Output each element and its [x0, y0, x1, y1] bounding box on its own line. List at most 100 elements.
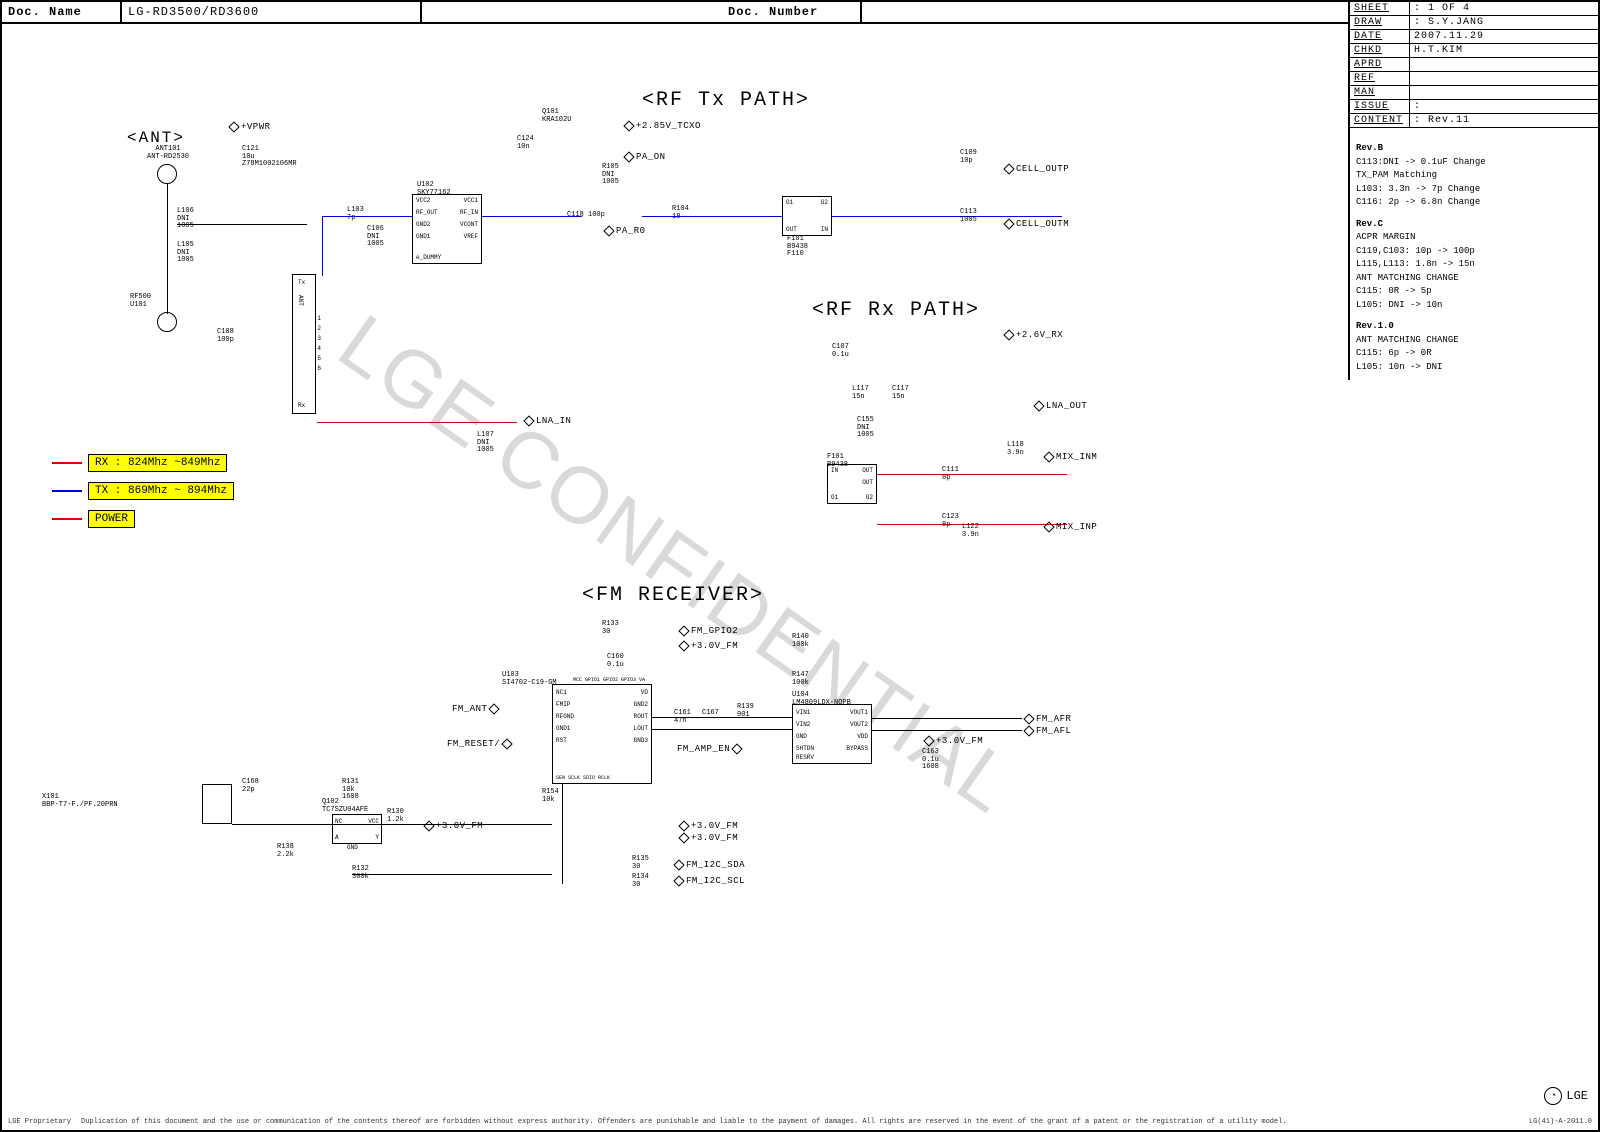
part-c111: C1118p: [942, 467, 959, 482]
net-fm-ant: FM_ANT: [452, 704, 501, 714]
rev-c-line: ACPR MARGIN: [1356, 231, 1592, 245]
net-pa-on: PA_ON: [622, 152, 666, 162]
part-c117: C11715n: [892, 386, 909, 401]
part-l117: L11715n: [852, 386, 869, 401]
part-c155: C155DNI1005: [857, 417, 874, 440]
tb-date-value: 2007.11.29: [1410, 30, 1598, 43]
net-pa-r0: PA_R0: [602, 226, 646, 236]
lge-logo-icon: ◔: [1544, 1087, 1562, 1105]
lge-logo-text: LGE: [1566, 1089, 1588, 1103]
chip-rf-switch: Tx ANT Rx 1 2 3 4 5 6: [292, 274, 316, 414]
net-fm-gpio2: FM_GPIO2: [677, 626, 738, 636]
net-fm-3v-1: +3.0V_FM: [677, 641, 738, 651]
rev-10-line: ANT MATCHING CHANGE: [1356, 334, 1592, 348]
rev-10-title: Rev.1.0: [1356, 320, 1592, 334]
lge-logo: ◔ LGE: [1544, 1087, 1588, 1105]
tb-man-value: [1410, 86, 1598, 99]
rev-c-line: L105: DNI -> 10n: [1356, 299, 1592, 313]
part-l103: L1037p: [347, 207, 364, 222]
tb-chkd-label: CHKD: [1350, 44, 1410, 57]
part-c168: C16822p: [242, 779, 259, 794]
part-x101: X101BBP-T7-F./PF.20PRN: [42, 794, 118, 809]
part-r154: R15410k: [542, 789, 559, 804]
part-r135: R13530: [632, 856, 649, 871]
net-fm-afr: FM_AFR: [1022, 714, 1071, 724]
rev-b-line: L103: 3.3n -> 7p Change: [1356, 183, 1592, 197]
footer-right: LG(41)-A-2011.0: [1529, 1118, 1592, 1126]
net-cell-outp: CELL_OUTP: [1002, 164, 1069, 174]
net-cell-outm: CELL_OUTM: [1002, 219, 1069, 229]
antenna-symbol: [157, 164, 177, 184]
part-r147: R147100k: [792, 672, 809, 687]
net-tcxo: +2.85V_TCXO: [622, 121, 701, 131]
part-c124: C12410n: [517, 136, 534, 151]
chip-f101-tx: G1 G2 OUT IN: [782, 196, 832, 236]
docname-value: LG-RD3500/RD3600: [122, 2, 422, 22]
rev-b-title: Rev.B: [1356, 142, 1592, 156]
part-f101b: F101B9438: [827, 454, 848, 469]
legend-rx-label: RX : 824Mhz ~849Mhz: [88, 454, 227, 472]
part-c113: C1131005: [960, 209, 977, 224]
legend-tx: TX : 869Mhz ~ 894Mhz: [52, 482, 234, 500]
part-c121: C12110uZ78M1002106MR: [242, 146, 297, 169]
part-r104: R10418: [672, 206, 689, 221]
net-fm-3v-3: +3.0V_FM: [422, 821, 483, 831]
rf-connector-symbol: [157, 312, 177, 332]
rev-10-line: L105: 10n -> DNI: [1356, 361, 1592, 375]
tb-man-label: MAN: [1350, 86, 1410, 99]
net-fm-afl: FM_AFL: [1022, 726, 1071, 736]
schematic-sheet: Doc. Name LG-RD3500/RD3600 Doc. Number S…: [0, 0, 1600, 1132]
chip-q102: NC VCC A Y GND: [332, 814, 382, 844]
net-rx26: +2.6V_RX: [1002, 330, 1063, 340]
chip-u102: VCC2 VCC1 RF_OUT RF_IN GND2 VCONT GND1 V…: [412, 194, 482, 264]
chip-u103: NC1 FMIP RFGND GND1 RST VD GND2 ROUT LOU…: [552, 684, 652, 784]
part-c107: C1070.1u: [832, 344, 849, 359]
net-fm-3v-2: +3.0V_FM: [922, 736, 983, 746]
legend-rx: RX : 824Mhz ~849Mhz: [52, 454, 234, 472]
part-l122: L1223.9n: [962, 524, 979, 539]
chip-x101: [202, 784, 232, 824]
legend-power: POWER: [52, 510, 234, 528]
tb-sheet-label: SHEET: [1350, 2, 1410, 15]
footer: LGE Proprietary Duplication of this docu…: [2, 1118, 1598, 1126]
net-mix-inm: MIX_INM: [1042, 452, 1097, 462]
part-r130: R1301.2k: [387, 809, 404, 824]
net-fm-amp-en: FM_AMP_EN: [677, 744, 744, 754]
part-q102: Q102TC7SZU04AFE: [322, 799, 368, 814]
part-c118: C118 100p: [567, 212, 605, 220]
tb-content-value: : Rev.11: [1410, 114, 1598, 127]
part-u104: U104LM4809LDX-NOPB: [792, 692, 851, 707]
part-u103: U103SI4702-C19-GM: [502, 672, 557, 687]
tb-draw-label: DRAW: [1350, 16, 1410, 29]
rev-c-line: C119,C103: 10p -> 100p: [1356, 245, 1592, 259]
footer-left: LGE Proprietary: [8, 1118, 71, 1126]
net-mix-inp: MIX_INP: [1042, 522, 1097, 532]
rev-c-line: ANT MATCHING CHANGE: [1356, 272, 1592, 286]
rev-c-title: Rev.C: [1356, 218, 1592, 232]
schematic-canvas: LGE CONFIDENTIAL <ANT> <RF Tx PATH> <RF …: [2, 24, 1352, 1104]
part-c116: C106DNI1005: [367, 226, 384, 249]
net-vpwr: +VPWR: [227, 122, 271, 132]
part-c163: C1630.1u1608: [922, 749, 939, 772]
tb-aprd-label: APRD: [1350, 58, 1410, 71]
legend: RX : 824Mhz ~849Mhz TX : 869Mhz ~ 894Mhz…: [52, 454, 234, 538]
revision-notes: Rev.B C113:DNI -> 0.1uF Change TX_PAM Ma…: [1350, 128, 1598, 380]
part-r140: R140100k: [792, 634, 809, 649]
rev-b-line: TX_PAM Matching: [1356, 169, 1592, 183]
net-fm-scl: FM_I2C_SCL: [672, 876, 745, 886]
footer-mid: Duplication of this document and the use…: [71, 1118, 1529, 1126]
net-fm-3v-5: +3.0V_FM: [677, 833, 738, 843]
net-lna-out: LNA_OUT: [1032, 401, 1087, 411]
tb-issue-value: :: [1410, 100, 1598, 113]
part-f101: F101B9438F110: [787, 236, 808, 259]
part-r138: R1382.2k: [277, 844, 294, 859]
net-fm-sda: FM_I2C_SDA: [672, 860, 745, 870]
rev-10-line: C115: 6p -> 0R: [1356, 347, 1592, 361]
title-block: SHEET: 1 OF 4 DRAW: S.Y.JANG DATE2007.11…: [1348, 2, 1598, 380]
tb-draw-value: : S.Y.JANG: [1410, 16, 1598, 29]
tb-issue-label: ISSUE: [1350, 100, 1410, 113]
section-rx: <RF Rx PATH>: [812, 299, 980, 322]
part-c108: C108100p: [217, 329, 234, 344]
net-lna-in: LNA_IN: [522, 416, 571, 426]
chip-f101-rx: IN OUT OUT G1 G2: [827, 464, 877, 504]
